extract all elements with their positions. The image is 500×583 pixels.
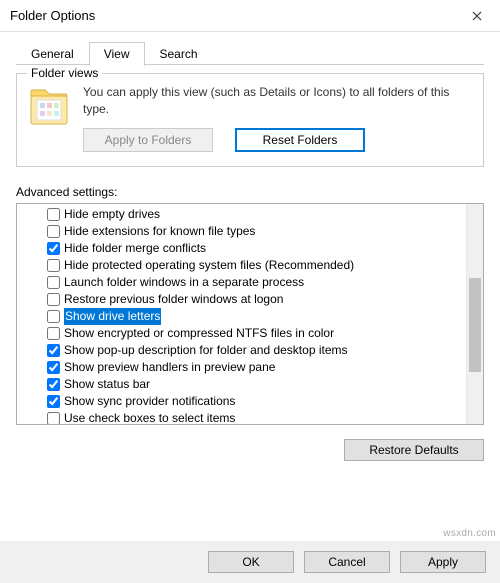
- list-item: Hide empty drives: [17, 206, 466, 223]
- list-item-label: Hide extensions for known file types: [64, 223, 255, 240]
- scrollbar[interactable]: [466, 204, 483, 424]
- list-item: Launch folder windows in a separate proc…: [17, 274, 466, 291]
- list-item-selected: Show drive letters: [17, 308, 466, 325]
- ok-button[interactable]: OK: [208, 551, 294, 573]
- checkbox[interactable]: [47, 208, 60, 221]
- list-item: Show sync provider notifications: [17, 393, 466, 410]
- checkbox[interactable]: [47, 276, 60, 289]
- scrollbar-thumb[interactable]: [469, 278, 481, 372]
- list-item: Show preview handlers in preview pane: [17, 359, 466, 376]
- list-item: Restore previous folder windows at logon: [17, 291, 466, 308]
- checkbox[interactable]: [47, 310, 60, 323]
- tab-general[interactable]: General: [16, 42, 89, 65]
- list-item-label: Hide protected operating system files (R…: [64, 257, 354, 274]
- titlebar: Folder Options: [0, 0, 500, 32]
- advanced-settings-tree[interactable]: Hide empty drives Hide extensions for kn…: [17, 204, 466, 424]
- tab-strip: General View Search: [16, 42, 484, 65]
- tab-underline: [16, 64, 484, 65]
- folder-icon: [29, 86, 69, 128]
- list-item-label: Launch folder windows in a separate proc…: [64, 274, 304, 291]
- list-item-label: Show pop-up description for folder and d…: [64, 342, 348, 359]
- list-item-label: Show preview handlers in preview pane: [64, 359, 275, 376]
- window-title: Folder Options: [10, 8, 454, 23]
- list-item: Hide extensions for known file types: [17, 223, 466, 240]
- list-item-label: Hide empty drives: [64, 206, 160, 223]
- list-item-label: Show encrypted or compressed NTFS files …: [64, 325, 334, 342]
- checkbox[interactable]: [47, 225, 60, 238]
- advanced-settings-list: Hide empty drives Hide extensions for kn…: [16, 203, 484, 425]
- list-item-label: Restore previous folder windows at logon: [64, 291, 283, 308]
- list-item: Show status bar: [17, 376, 466, 393]
- checkbox[interactable]: [47, 242, 60, 255]
- folder-views-group: Folder views You can apply this view (su…: [16, 73, 484, 167]
- list-item-label: Hide folder merge conflicts: [64, 240, 206, 257]
- checkbox[interactable]: [47, 361, 60, 374]
- reset-folders-button[interactable]: Reset Folders: [235, 128, 365, 152]
- dialog-content: General View Search Folder views: [0, 32, 500, 471]
- checkbox[interactable]: [47, 327, 60, 340]
- tab-search[interactable]: Search: [145, 42, 213, 65]
- checkbox[interactable]: [47, 412, 60, 424]
- list-item: Show encrypted or compressed NTFS files …: [17, 325, 466, 342]
- folder-views-title: Folder views: [27, 66, 102, 80]
- apply-button[interactable]: Apply: [400, 551, 486, 573]
- advanced-settings-label: Advanced settings:: [16, 185, 484, 199]
- list-item-label: Use check boxes to select items: [64, 410, 235, 424]
- close-icon: [472, 11, 482, 21]
- folder-views-description: You can apply this view (such as Details…: [83, 84, 471, 118]
- restore-defaults-button[interactable]: Restore Defaults: [344, 439, 484, 461]
- watermark: wsxdn.com: [443, 528, 496, 539]
- list-item: Hide folder merge conflicts: [17, 240, 466, 257]
- checkbox[interactable]: [47, 293, 60, 306]
- dialog-footer: OK Cancel Apply: [0, 541, 500, 583]
- checkbox[interactable]: [47, 395, 60, 408]
- checkbox[interactable]: [47, 344, 60, 357]
- list-item: Show pop-up description for folder and d…: [17, 342, 466, 359]
- list-item-label: Show drive letters: [64, 308, 161, 325]
- list-item-label: Show sync provider notifications: [64, 393, 235, 410]
- list-item: Use check boxes to select items: [17, 410, 466, 424]
- close-button[interactable]: [454, 0, 500, 32]
- tab-view[interactable]: View: [89, 42, 145, 66]
- list-item: Hide protected operating system files (R…: [17, 257, 466, 274]
- checkbox[interactable]: [47, 259, 60, 272]
- list-item-label: Show status bar: [64, 376, 150, 393]
- cancel-button[interactable]: Cancel: [304, 551, 390, 573]
- checkbox[interactable]: [47, 378, 60, 391]
- apply-to-folders-button: Apply to Folders: [83, 128, 213, 152]
